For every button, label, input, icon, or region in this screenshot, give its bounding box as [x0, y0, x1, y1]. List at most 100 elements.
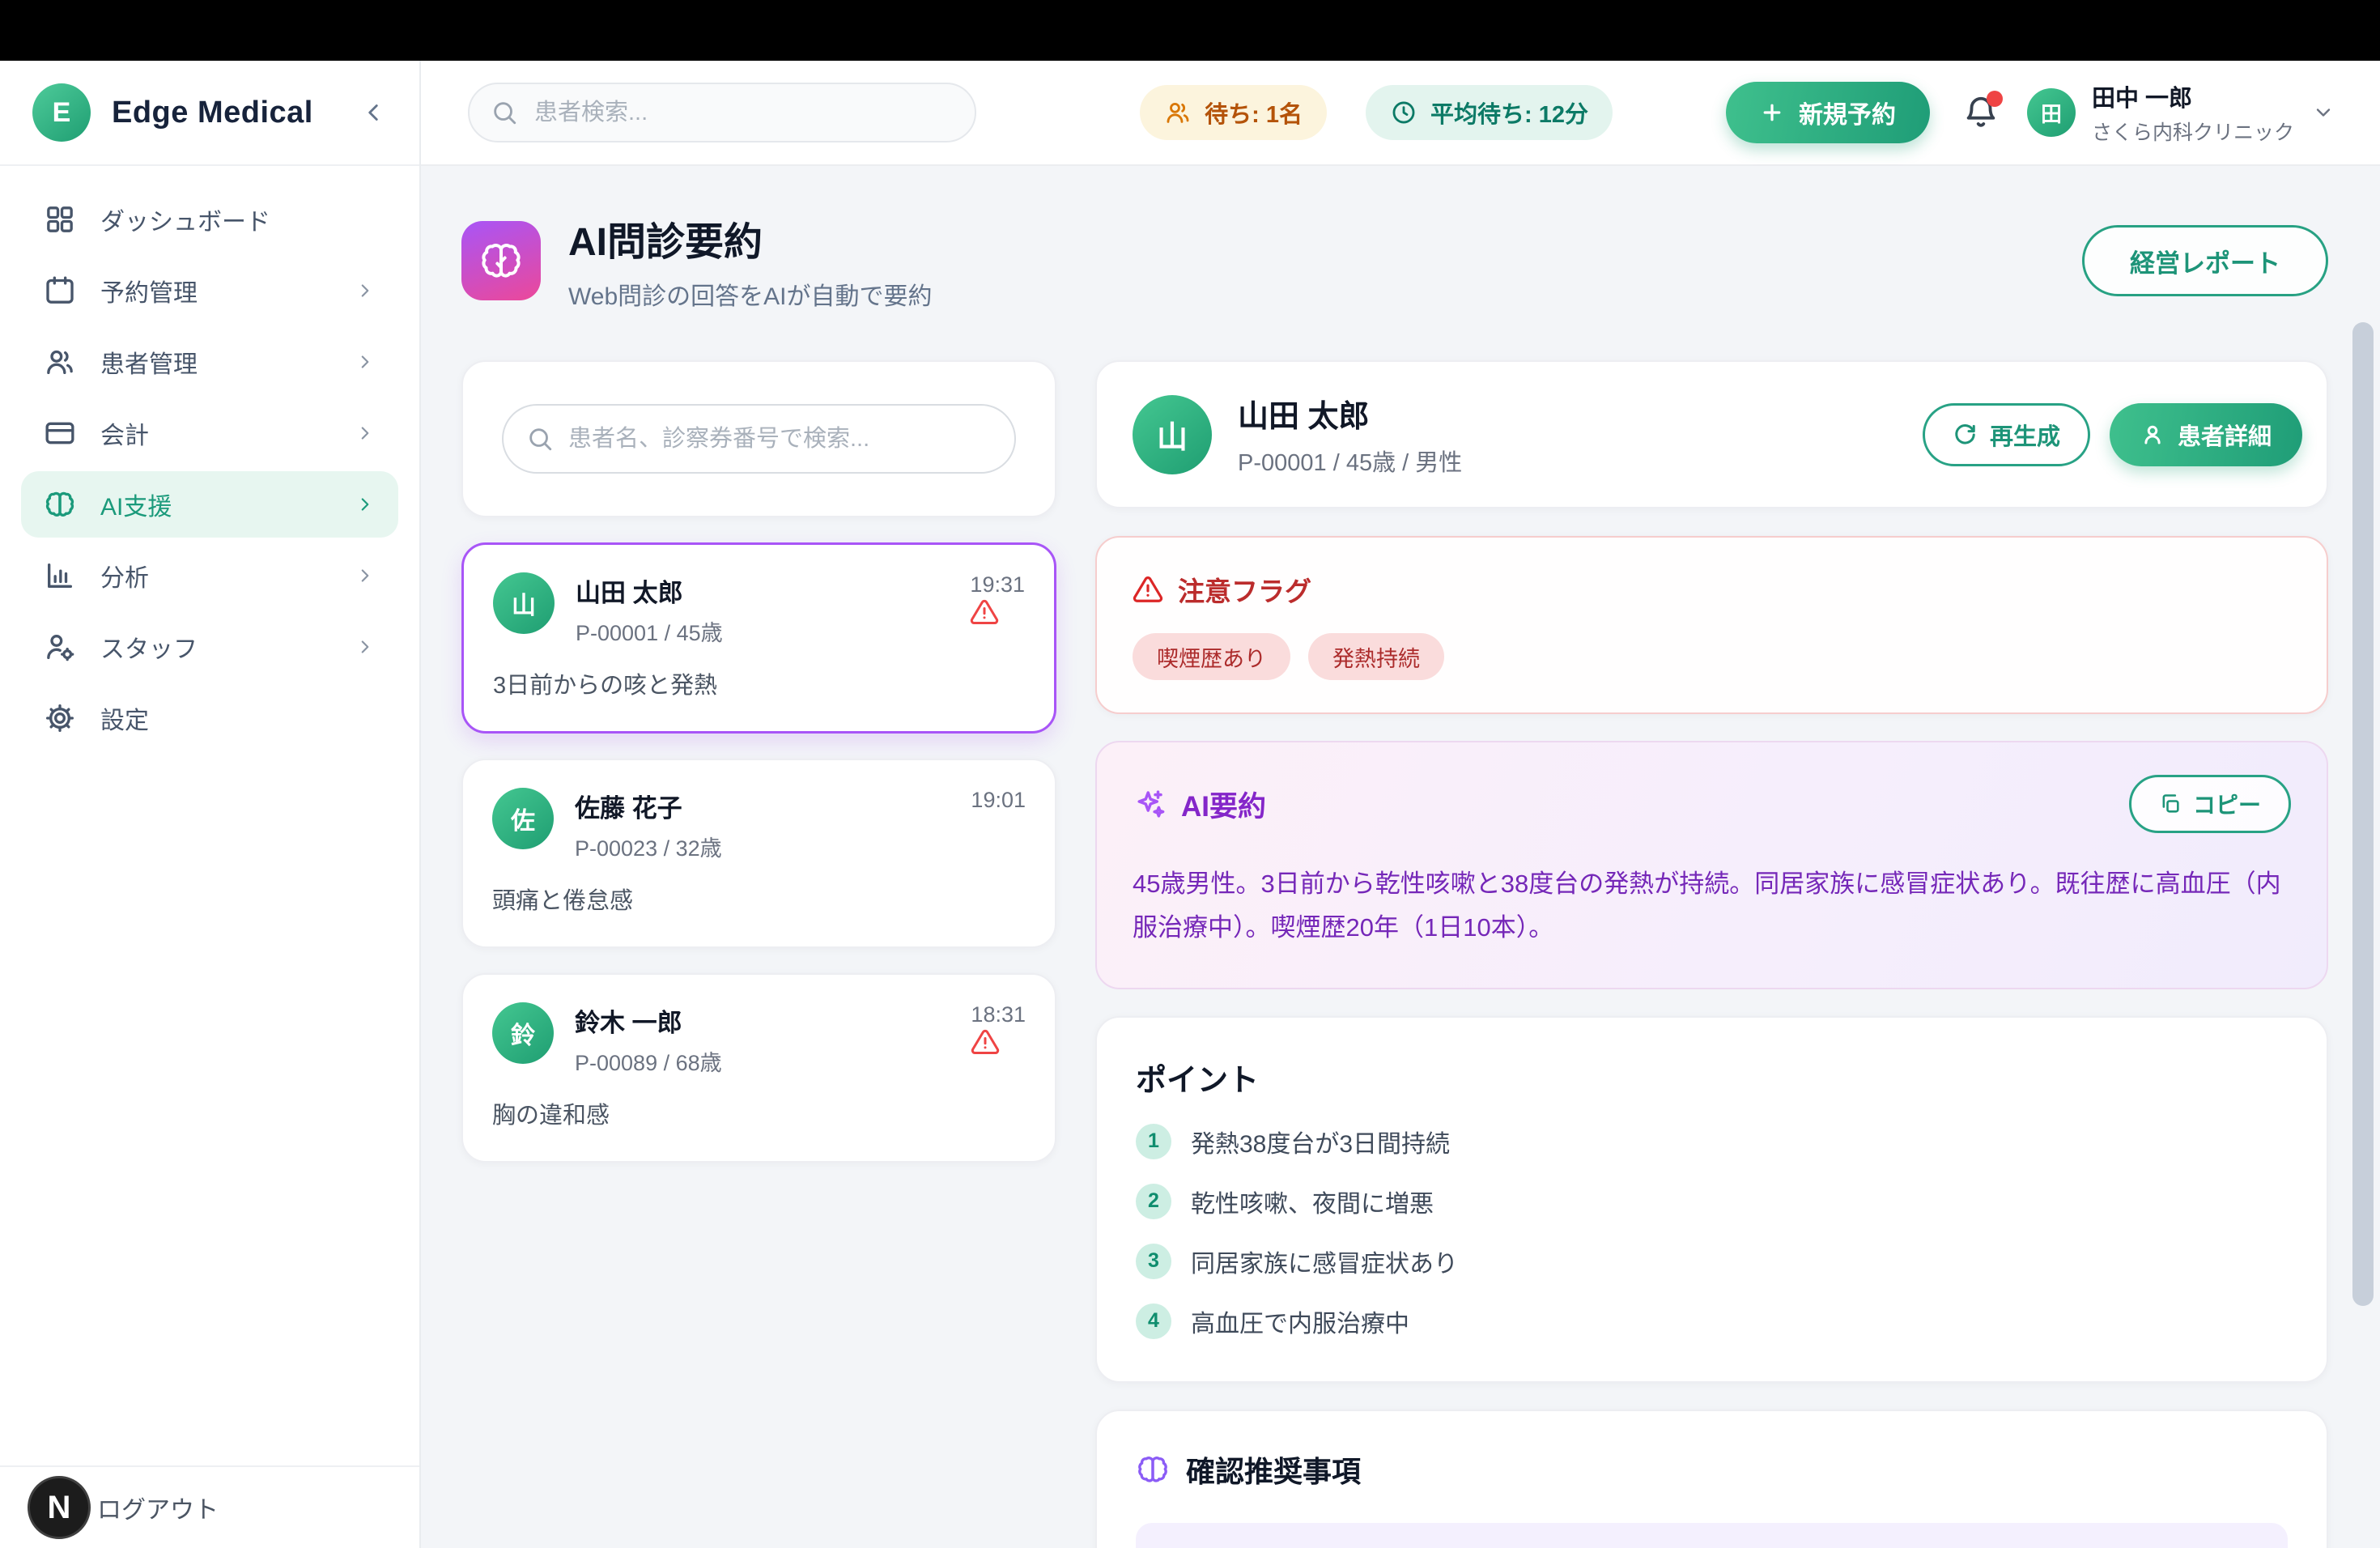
credit-card-icon [44, 417, 76, 449]
clinic-name: さくら内科クリニック [2092, 117, 2294, 146]
avatar: 鈴 [492, 1002, 554, 1064]
patient-symptom: 頭痛と倦怠感 [492, 882, 1026, 916]
patient-meta: P-00089 / 68歳 [575, 1045, 722, 1077]
global-search[interactable] [468, 83, 976, 142]
main-content: AI問診要約 Web問診の回答をAIが自動で要約 経営レポート [421, 166, 2380, 1548]
sidebar-item-dashboard[interactable]: ダッシュボード [21, 186, 398, 253]
point-number: 1 [1136, 1124, 1171, 1159]
chevron-right-icon [355, 636, 376, 657]
clock-icon [1390, 99, 1417, 126]
entry-time: 19:31 [970, 572, 1025, 598]
sidebar-item-label: 予約管理 [100, 273, 198, 308]
notifications-button[interactable] [1962, 94, 2000, 131]
sidebar-item-analytics[interactable]: 分析 [21, 542, 398, 609]
entry-time: 18:31 [971, 1002, 1026, 1027]
avg-wait-label: 平均待ち: 12分 [1430, 96, 1588, 130]
copy-icon [2159, 793, 2182, 815]
bar-chart-icon [44, 559, 76, 592]
user-avatar: 田 [2027, 88, 2076, 137]
patient-meta: P-00001 / 45歳 [576, 615, 723, 647]
warning-triangle-icon [970, 598, 1025, 627]
refresh-icon [1953, 423, 1977, 447]
sidebar-item-label: 設定 [100, 700, 149, 736]
ai-summary-card: AI要約 コピー 45歳男性。3日前から乾性咳嗽と38度台の発熱が持続。同居家族… [1095, 741, 2328, 989]
patient-list-item[interactable]: 鈴 鈴木 一郎 P-00089 / 68歳 18:31 [461, 973, 1056, 1163]
sidebar-item-label: 患者管理 [100, 344, 198, 380]
entry-time: 19:01 [971, 788, 1026, 813]
patient-search-input[interactable] [568, 426, 973, 453]
warning-triangle-icon [971, 1027, 1026, 1057]
notification-dot [1987, 91, 2003, 107]
sidebar-menu: ダッシュボード 予約管理 患者管理 会計 [0, 166, 419, 756]
brand-name: Edge Medical [112, 96, 313, 130]
recommendation-item[interactable]: 呼吸困難感の有無 [1136, 1523, 2288, 1548]
point-number: 3 [1136, 1244, 1171, 1279]
avatar: 山 [493, 572, 555, 634]
sidebar-item-label: AI支援 [100, 487, 172, 522]
page-subtitle: Web問診の回答をAIが自動で要約 [568, 276, 933, 312]
sidebar-item-billing[interactable]: 会計 [21, 400, 398, 466]
sidebar-header: E Edge Medical [0, 61, 419, 166]
topbar: 待ち: 1名 平均待ち: 12分 新規予約 田 田中 一郎 さくら内科クリニック [421, 61, 2380, 166]
sidebar-item-staff[interactable]: スタッフ [21, 614, 398, 680]
patient-list-item[interactable]: 佐 佐藤 花子 P-00023 / 32歳 19:01 頭痛と倦怠感 [461, 759, 1056, 948]
new-appointment-button[interactable]: 新規予約 [1726, 82, 1930, 143]
brain-icon [1136, 1452, 1170, 1486]
flag-tag: 発熱持続 [1308, 633, 1444, 680]
patient-search-card [461, 360, 1056, 517]
scrollbar-thumb[interactable] [2352, 322, 2374, 1306]
avatar: 山 [1133, 395, 1212, 474]
avg-wait-badge: 平均待ち: 12分 [1366, 85, 1613, 140]
point-item: 1 発熱38度台が3日間持続 [1136, 1124, 2288, 1159]
chevron-right-icon [355, 351, 376, 372]
points-title: ポイント [1136, 1055, 2288, 1099]
patient-name: 山田 太郎 [576, 572, 723, 609]
copy-button[interactable]: コピー [2129, 775, 2291, 833]
patient-meta: P-00023 / 32歳 [575, 831, 722, 862]
patient-name: 佐藤 花子 [575, 788, 722, 824]
patient-detail-button[interactable]: 患者詳細 [2110, 403, 2302, 466]
points-card: ポイント 1 発熱38度台が3日間持続 2 乾性咳嗽、夜間に増悪 3 同居家族に… [1095, 1016, 2328, 1383]
sidebar-item-appointments[interactable]: 予約管理 [21, 257, 398, 324]
avatar: 佐 [492, 788, 554, 849]
plus-icon [1760, 100, 1784, 125]
summary-text: 45歳男性。3日前から乾性咳嗽と38度台の発熱が持続。同居家族に感冒症状あり。既… [1133, 862, 2291, 950]
sidebar-item-settings[interactable]: 設定 [21, 685, 398, 751]
sparkles-icon [1133, 787, 1167, 821]
sidebar-item-label: ダッシュボード [100, 202, 270, 237]
patient-name: 鈴木 一郎 [575, 1002, 722, 1039]
patient-detail-column: 山 山田 太郎 P-00001 / 45歳 / 男性 再生成 [1095, 360, 2328, 1548]
regenerate-button[interactable]: 再生成 [1923, 403, 2090, 466]
logout-button[interactable]: ログアウト [97, 1490, 219, 1525]
sidebar-footer: N ログアウト [0, 1465, 419, 1548]
waiting-count-badge: 待ち: 1名 [1140, 85, 1327, 140]
sidebar: E Edge Medical ダッシュボード 予約管理 [0, 61, 421, 1548]
recommendations-card: 確認推奨事項 呼吸困難感の有無 [1095, 1410, 2328, 1548]
user-menu[interactable]: 田 田中 一郎 さくら内科クリニック [2027, 79, 2335, 146]
attention-flags-card: 注意フラグ 喫煙歴あり 発熱持続 [1095, 536, 2328, 714]
waiting-count-label: 待ち: 1名 [1205, 96, 1303, 130]
calendar-icon [44, 274, 76, 307]
chevron-right-icon [355, 494, 376, 515]
sidebar-item-ai-support[interactable]: AI支援 [21, 471, 398, 538]
ai-brain-logo [461, 221, 541, 300]
summary-title: AI要約 [1181, 784, 1266, 825]
gear-icon [44, 702, 76, 734]
patients-icon [44, 346, 76, 378]
point-item: 4 高血圧で内服治療中 [1136, 1303, 2288, 1339]
chevron-right-icon [355, 565, 376, 586]
brain-icon [478, 238, 524, 283]
search-icon [526, 425, 554, 453]
dev-overlay-badge[interactable]: N [28, 1476, 91, 1539]
patient-list-item[interactable]: 山 山田 太郎 P-00001 / 45歳 19:31 [461, 542, 1056, 734]
chevron-right-icon [355, 423, 376, 444]
sidebar-item-label: スタッフ [100, 629, 198, 665]
global-search-input[interactable] [534, 100, 923, 126]
management-report-button[interactable]: 経営レポート [2082, 225, 2328, 296]
patient-search-field[interactable] [502, 404, 1016, 474]
detail-patient-meta: P-00001 / 45歳 / 男性 [1238, 444, 1462, 478]
sidebar-item-patients[interactable]: 患者管理 [21, 329, 398, 395]
point-item: 2 乾性咳嗽、夜間に増悪 [1136, 1184, 2288, 1219]
point-item: 3 同居家族に感冒症状あり [1136, 1244, 2288, 1279]
sidebar-collapse-icon[interactable] [359, 99, 387, 126]
